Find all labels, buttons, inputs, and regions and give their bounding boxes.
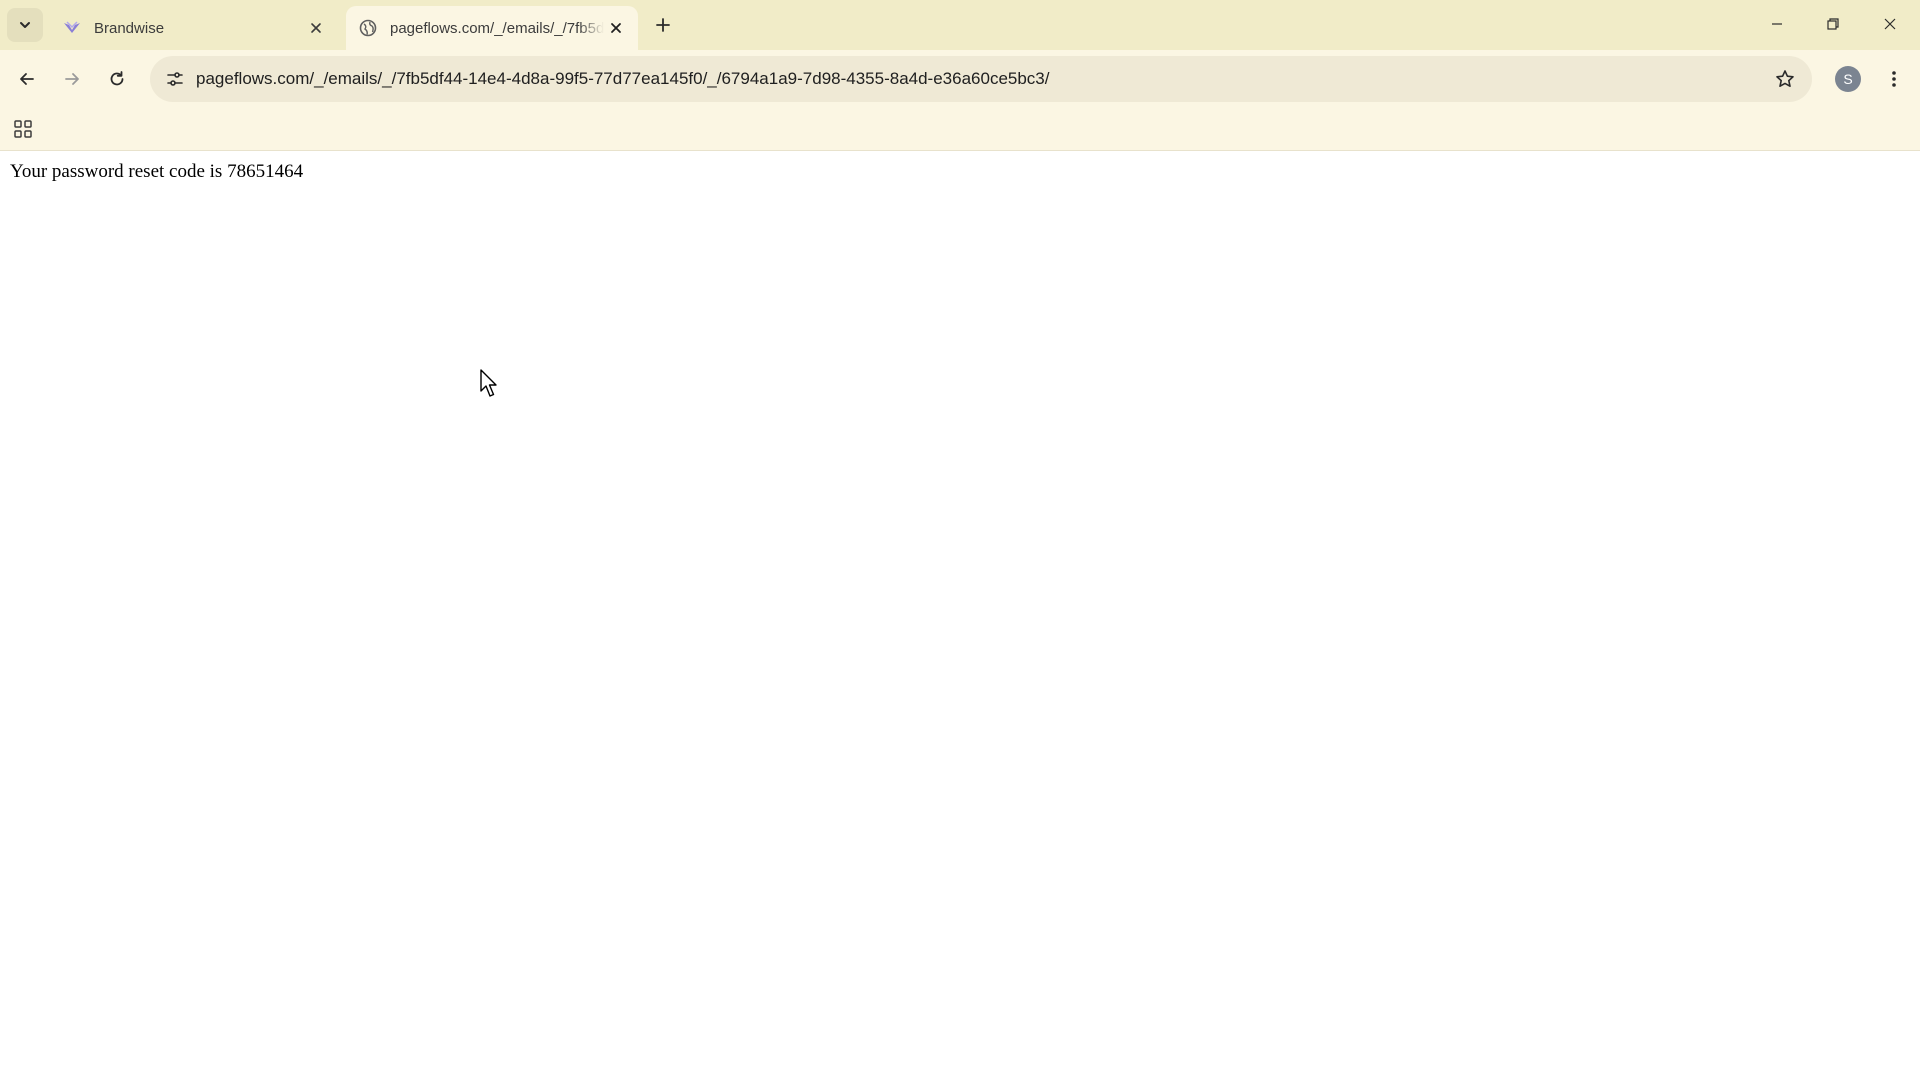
tab-title: Brandwise (94, 19, 165, 37)
brandwise-logo-icon (62, 18, 82, 38)
chevron-down-icon (20, 22, 30, 28)
site-info-button[interactable] (158, 62, 192, 96)
close-tab-button[interactable] (304, 16, 328, 40)
reset-code-message: Your password reset code is 78651464 (10, 161, 304, 182)
apps-button[interactable] (8, 114, 38, 144)
restore-button[interactable] (1809, 4, 1857, 44)
url-text[interactable]: pageflows.com/_/emails/_/7fb5df44-14e4-4… (196, 56, 1050, 102)
close-window-button[interactable] (1866, 4, 1914, 44)
minimize-button[interactable] (1753, 4, 1801, 44)
tab-search-button[interactable] (7, 8, 43, 42)
browser-toolbar: pageflows.com/_/emails/_/7fb5df44-14e4-4… (0, 50, 1920, 108)
more-vertical-icon (1892, 71, 1896, 87)
tab-pageflows[interactable]: pageflows.com/_/emails/_/7fb5df44-14e4-4… (346, 6, 638, 50)
minimize-icon (1772, 23, 1782, 25)
close-icon (311, 23, 321, 33)
tab-strip: Brandwise pageflows.com/_/emails/_/7fb5d… (0, 0, 1920, 50)
tune-icon (167, 72, 183, 86)
tab-title: pageflows.com/_/emails/_/7fb5df44-14e4-4… (390, 19, 604, 37)
close-tab-button[interactable] (604, 16, 628, 40)
star-icon (1776, 70, 1794, 87)
apps-grid-icon (14, 120, 32, 138)
address-bar[interactable]: pageflows.com/_/emails/_/7fb5df44-14e4-4… (150, 56, 1812, 102)
arrow-left-icon (20, 73, 34, 85)
globe-icon (358, 18, 378, 38)
new-tab-button[interactable] (650, 12, 676, 38)
bookmarks-bar (0, 108, 1920, 151)
bookmark-star-button[interactable] (1768, 62, 1802, 96)
plus-icon (656, 18, 670, 32)
tab-brandwise[interactable]: Brandwise (52, 6, 338, 50)
browser-menu-button[interactable] (1877, 62, 1911, 96)
close-icon (611, 23, 621, 33)
forward-button[interactable] (55, 62, 89, 96)
arrow-right-icon (65, 73, 79, 85)
back-button[interactable] (10, 62, 44, 96)
reload-icon (110, 71, 124, 86)
browser-window: Brandwise pageflows.com/_/emails/_/7fb5d… (0, 0, 1920, 1080)
profile-avatar[interactable]: S (1835, 66, 1861, 92)
reload-button[interactable] (100, 62, 134, 96)
restore-icon (1827, 18, 1839, 30)
mouse-cursor-icon (480, 369, 497, 397)
close-icon (1884, 18, 1896, 30)
page-content: Your password reset code is 78651464 (0, 151, 1920, 1080)
